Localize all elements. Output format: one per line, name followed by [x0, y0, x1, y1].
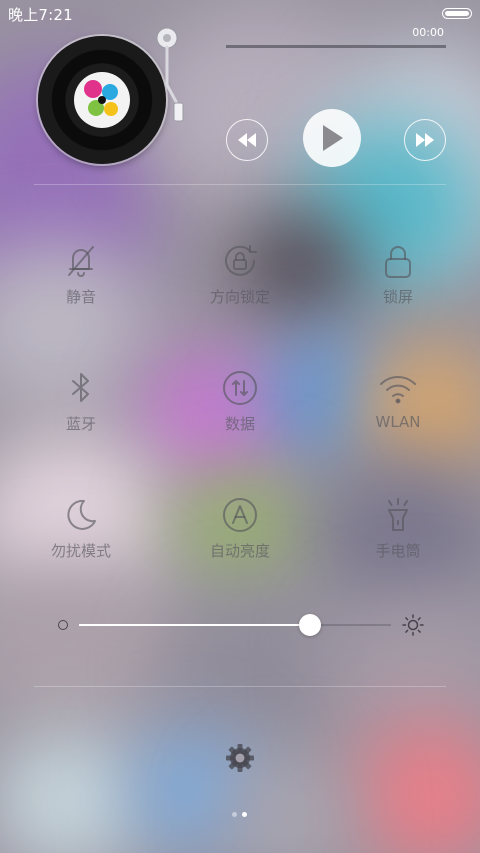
toggle-label: 静音 [65, 288, 96, 306]
toggle-do-not-disturb[interactable]: 勿扰模式 [21, 496, 141, 586]
mobile-data-icon [221, 369, 259, 407]
battery-icon [442, 8, 472, 19]
bell-muted-icon [62, 242, 100, 280]
moon-icon [62, 496, 100, 534]
toggle-mute[interactable]: 静音 [21, 242, 141, 332]
rotation-lock-icon [221, 242, 259, 280]
toggle-label: WLAN [375, 413, 421, 431]
page-dot [232, 812, 237, 817]
toggle-rotation-lock[interactable]: 方向锁定 [180, 242, 300, 332]
toggle-label: 蓝牙 [65, 415, 96, 433]
settings-gear-icon[interactable] [224, 742, 256, 774]
toggle-lock-screen[interactable]: 锁屏 [338, 242, 458, 332]
toggle-label: 数据 [224, 415, 255, 433]
brightness-low-icon [58, 620, 68, 630]
toggle-wlan[interactable]: WLAN [338, 369, 458, 459]
album-cover [74, 72, 130, 128]
rewind-icon [238, 133, 256, 147]
section-divider [34, 686, 446, 687]
tonearm-icon [156, 27, 184, 122]
music-progress-bar[interactable] [226, 45, 446, 48]
toggle-flashlight[interactable]: 手电筒 [338, 496, 458, 586]
auto-brightness-icon [221, 496, 259, 534]
previous-track-button[interactable] [226, 119, 268, 161]
brightness-high-icon [402, 614, 424, 636]
vinyl-record-album-art[interactable] [38, 36, 166, 164]
toggle-label: 勿扰模式 [50, 542, 111, 560]
toggle-label: 锁屏 [382, 288, 413, 306]
toggle-mobile-data[interactable]: 数据 [180, 369, 300, 459]
flashlight-icon [379, 496, 417, 534]
toggle-label: 手电筒 [375, 542, 421, 560]
wifi-icon [379, 369, 417, 407]
brightness-slider[interactable] [79, 614, 391, 636]
next-track-button[interactable] [404, 119, 446, 161]
play-icon [323, 125, 343, 151]
fast-forward-icon [416, 133, 434, 147]
status-time: 晚上7:21 [8, 6, 73, 24]
music-elapsed-time: 00:00 [412, 26, 444, 39]
brightness-slider-thumb[interactable] [298, 614, 321, 636]
section-divider [34, 184, 446, 185]
page-indicator [230, 812, 250, 820]
bluetooth-icon [62, 369, 100, 407]
play-button[interactable] [303, 109, 361, 167]
toggle-label: 方向锁定 [209, 288, 270, 306]
toggle-bluetooth[interactable]: 蓝牙 [21, 369, 141, 459]
brightness-slider-fill [79, 624, 310, 626]
lock-icon [379, 242, 417, 280]
page-dot-active [242, 812, 247, 817]
status-bar: 晚上7:21 [0, 0, 480, 28]
toggle-auto-brightness[interactable]: 自动亮度 [180, 496, 300, 586]
toggle-label: 自动亮度 [209, 542, 270, 560]
